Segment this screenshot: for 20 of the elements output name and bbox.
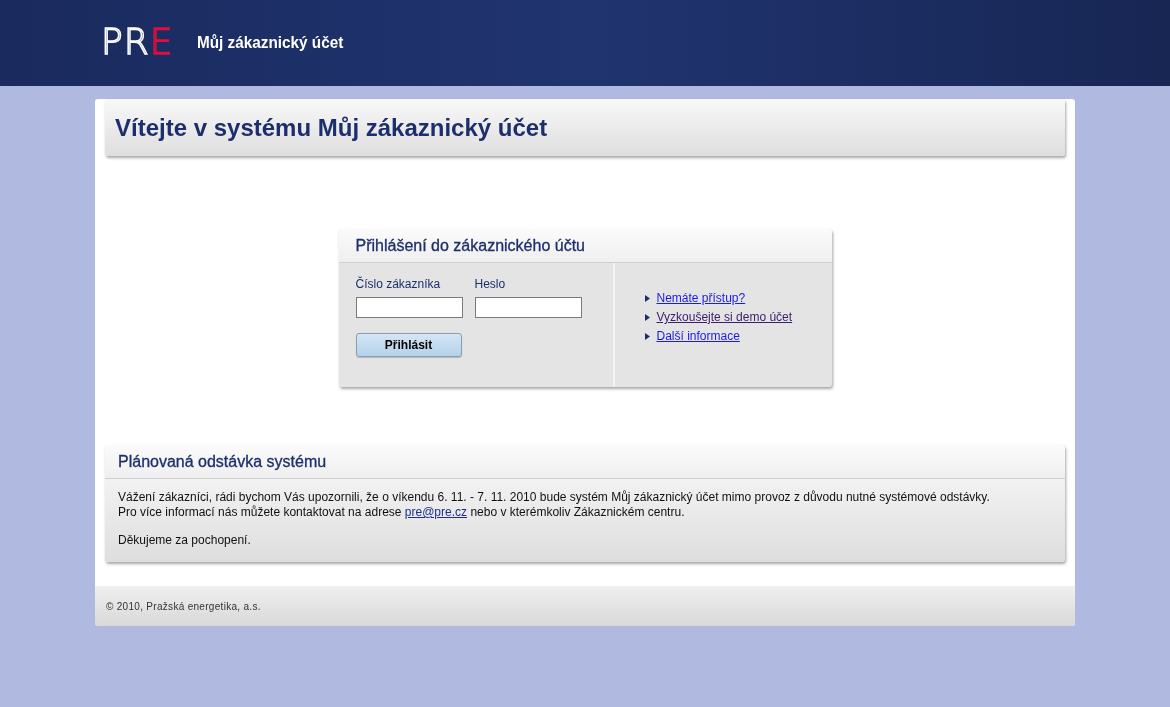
triangle-bullet-icon [644,332,650,340]
info-link[interactable]: Další informace [656,329,740,343]
notice-title: Plánovaná odstávka systému [118,452,327,471]
notice-text: Vážení zákazníci, rádi bychom Vás upozornili, že o víkendu 6. 11. - 7. 11. 2010 bude systém Můj zákaznický účet mimo provoz z důvodu nutné systémové odstávky. Pro více informací nás můžete kontaktovat na adrese pre@pre.cz nebo v kterémkoliv Zákaznickém centru. [118,490,991,520]
thanks-text: Děkujeme za pochopení. [118,533,252,547]
header-title: Můj zákaznický účet [197,33,344,53]
logo: PRE [101,24,174,60]
field-label: Heslo [474,277,507,291]
triangle-bullet-icon [644,294,650,302]
email-link[interactable]: pre@pre.cz [404,505,468,519]
login-title: Přihlášení do zákaznického účtu [355,236,585,255]
info-link[interactable]: Nemáte přístup? [656,291,746,305]
triangle-bullet-icon [644,313,650,321]
info-link[interactable]: Vyzkoušejte si demo účet [656,310,793,324]
welcome-title: Vítejte v systému Můj zákaznický účet [115,113,548,142]
input-field[interactable] [474,297,582,318]
login-button[interactable]: Přihlásit [355,333,462,357]
copyright-text: © 2010, Pražská energetika, a.s. [106,600,261,612]
field-label: Číslo zákazníka [355,277,442,291]
input-field[interactable] [355,297,463,318]
